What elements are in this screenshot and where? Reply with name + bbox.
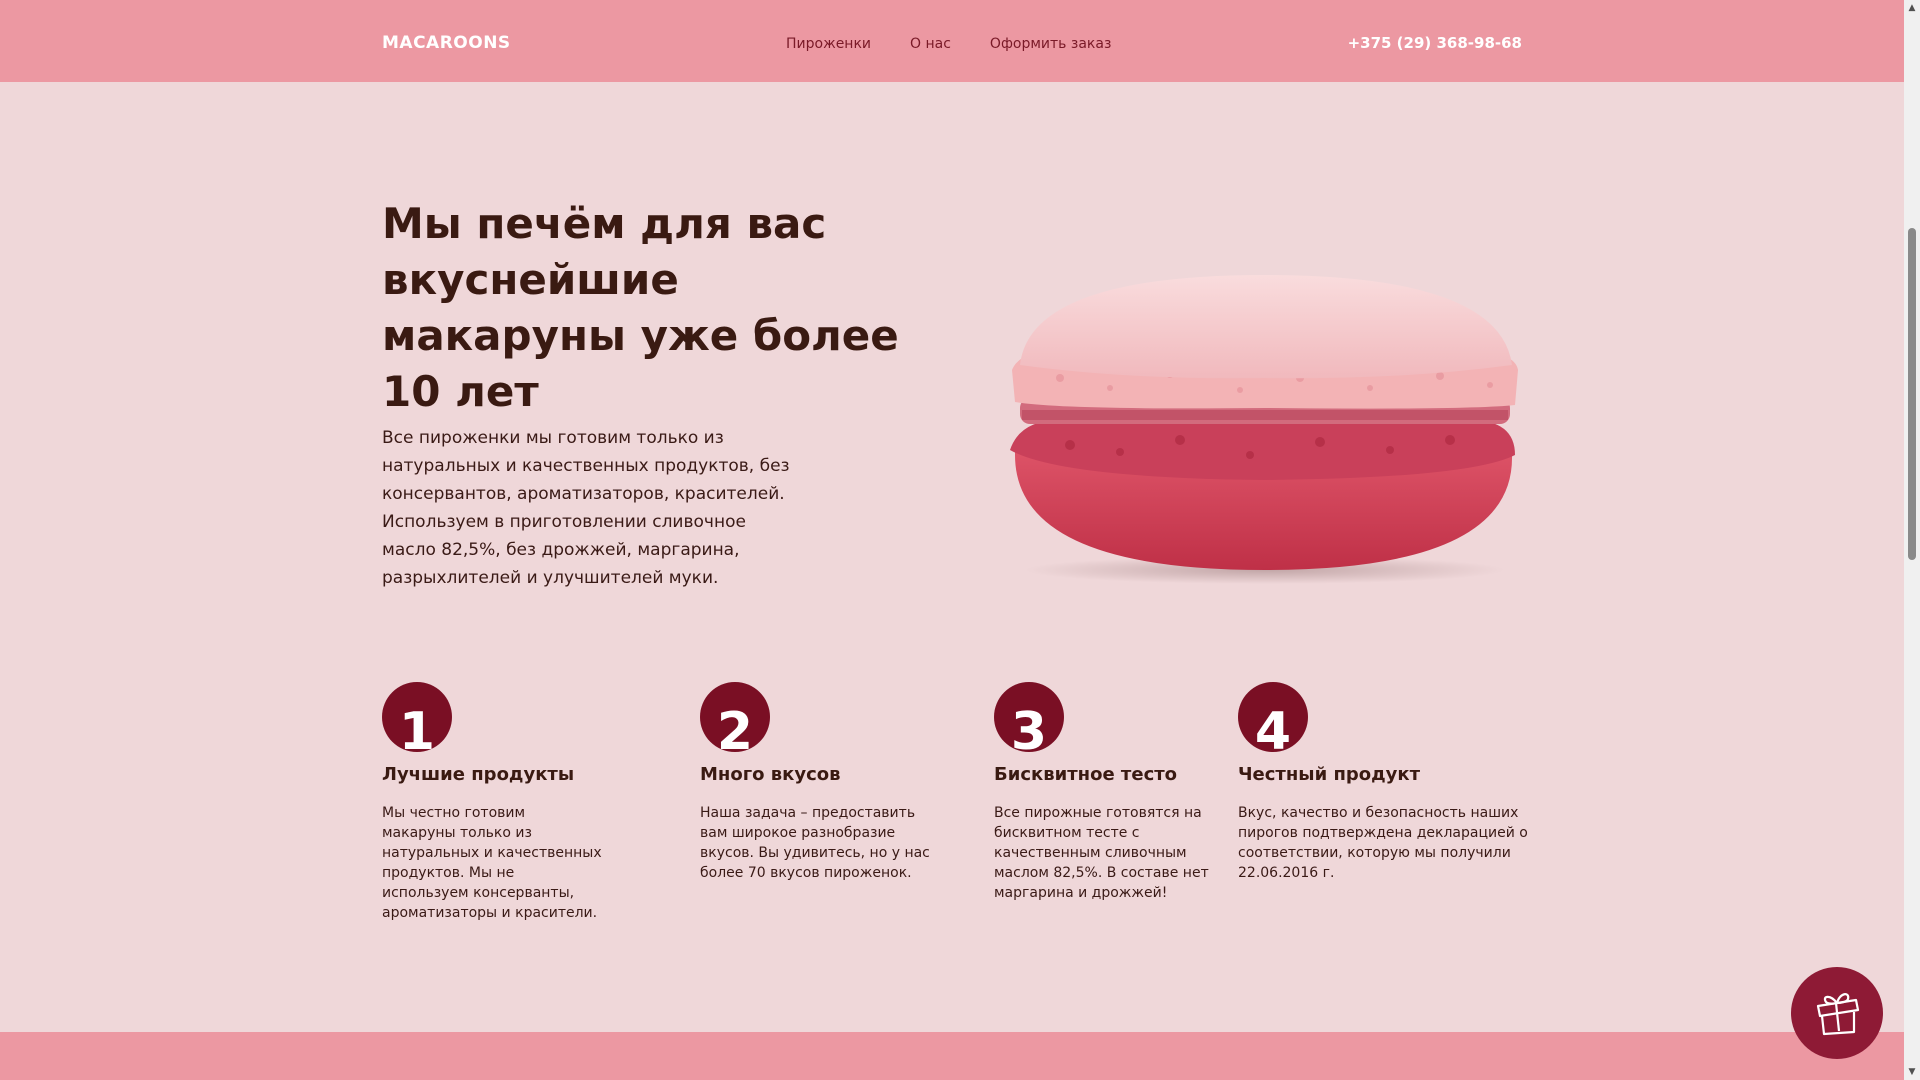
macaron-image bbox=[1010, 275, 1518, 584]
page: MACAROONS Пироженки О нас Оформить заказ… bbox=[0, 0, 1920, 1080]
feature-number: 3 bbox=[994, 682, 1064, 752]
feature-many-flavors: 2 Много вкусов Наша задача – предоставит… bbox=[700, 682, 930, 883]
feature-number: 4 bbox=[1238, 682, 1308, 752]
feature-number: 1 bbox=[382, 682, 452, 752]
phone-number[interactable]: +375 (29) 368-98-68 bbox=[1348, 34, 1522, 52]
feature-title: Много вкусов bbox=[700, 764, 841, 785]
scroll-thumb[interactable] bbox=[1908, 228, 1916, 560]
footer-strip bbox=[0, 1032, 1904, 1080]
nav-link-order[interactable]: Оформить заказ bbox=[990, 36, 1111, 52]
feature-number: 2 bbox=[700, 682, 770, 752]
feature-best-products: 1 Лучшие продукты Мы честно готовим мака… bbox=[382, 682, 602, 923]
gift-button[interactable] bbox=[1791, 967, 1883, 1059]
logo[interactable]: MACAROONS bbox=[382, 33, 511, 53]
scroll-down-arrow[interactable]: ▼ bbox=[1904, 1064, 1920, 1080]
nav-link-pastries[interactable]: Пироженки bbox=[786, 36, 871, 52]
feature-text: Вкус, качество и безопасность наших пиро… bbox=[1238, 805, 1528, 881]
feature-text: Мы честно готовим макаруны только из нат… bbox=[382, 805, 602, 921]
main-nav: Пироженки О нас Оформить заказ bbox=[786, 36, 1111, 52]
page-scrollbar[interactable]: ▲ ▼ bbox=[1904, 0, 1920, 1080]
nav-link-about[interactable]: О нас bbox=[910, 36, 951, 52]
hero-description: Все пироженки мы готовим только из натур… bbox=[382, 428, 790, 588]
gift-icon bbox=[1816, 993, 1860, 1036]
feature-title: Бисквитное тесто bbox=[994, 764, 1178, 785]
site-header: MACAROONS Пироженки О нас Оформить заказ… bbox=[0, 0, 1904, 82]
scroll-up-arrow[interactable]: ▲ bbox=[1904, 0, 1920, 16]
hero-title: Мы печём для вас вкуснейшие макаруны уже… bbox=[382, 199, 899, 416]
feature-title: Лучшие продукты bbox=[382, 764, 575, 785]
feature-text: Наша задача – предоставить вам широкое р… bbox=[700, 805, 930, 881]
feature-sponge-dough: 3 Бисквитное тесто Все пирожные готовятс… bbox=[994, 682, 1209, 903]
feature-title: Честный продукт bbox=[1238, 764, 1421, 785]
feature-honest-product: 4 Честный продукт Вкус, качество и безоп… bbox=[1238, 682, 1528, 883]
feature-text: Все пирожные готовятся на бисквитном тес… bbox=[994, 805, 1209, 901]
